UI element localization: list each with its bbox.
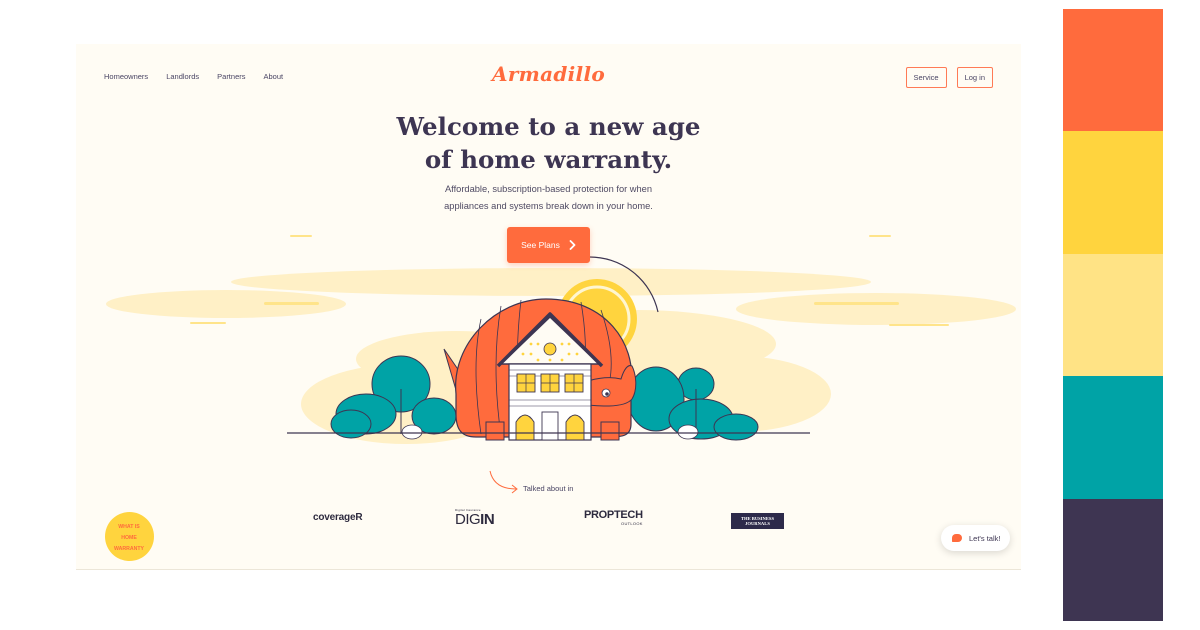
color-palette [1063,9,1163,621]
proptech-wordmark: PROPTECH [584,509,643,521]
screenshot-stage: WHAT IS HOME WARRANTY Homeowners Landlor… [0,0,1200,630]
chevron-right-icon [569,240,576,250]
business-journals-logo: THE BUSINESS JOURNALS [731,513,784,529]
header-actions: Service Log in [905,67,993,88]
digin-wordmark: DIGIN [455,511,495,528]
hero-subtitle-line-2: appliances and systems break down in you… [444,200,653,211]
hero-title-line-1: Welcome to a new age [396,112,701,141]
digin-part-1: DIG [455,511,481,528]
armadillo-logo[interactable]: Armadillo [76,62,1021,86]
hero-subtitle: Affordable, subscription-based protectio… [76,181,1021,214]
palette-swatch-yellow [1063,131,1163,254]
see-plans-button[interactable]: See Plans [507,227,590,263]
palette-swatch-orange [1063,9,1163,132]
palette-swatch-light-yellow [1063,253,1163,377]
landing-page: WHAT IS HOME WARRANTY Homeowners Landlor… [76,44,1021,570]
hero-title-line-2: of home warranty. [424,145,673,174]
service-button[interactable]: Service [905,67,947,88]
arrow-icon [489,470,517,490]
chat-label: Let's talk! [969,533,1001,543]
coverager-logo: coverageR [313,512,363,523]
see-plans-label: See Plans [521,240,560,250]
proptech-logo: PROPTECH OUTLOOK [584,509,643,527]
what-is-home-warranty-badge[interactable] [105,512,154,561]
palette-swatch-purple [1063,498,1163,621]
login-button[interactable]: Log in [956,67,993,88]
digin-logo: Digital Insurance DIGIN [455,508,495,528]
lets-talk-chat-button[interactable]: Let's talk! [941,525,1011,551]
digin-part-2: IN [480,511,495,528]
press-heading: Talked about in [523,484,574,493]
chat-bubble-icon [952,534,962,542]
palette-swatch-teal [1063,376,1163,499]
hero-subtitle-line-1: Affordable, subscription-based protectio… [444,184,653,194]
tbj-line-2: JOURNALS [745,521,770,526]
bush-left [401,424,423,440]
hero-title: Welcome to a new age of home warranty. [76,110,1021,176]
proptech-subtext: OUTLOOK [621,521,643,526]
